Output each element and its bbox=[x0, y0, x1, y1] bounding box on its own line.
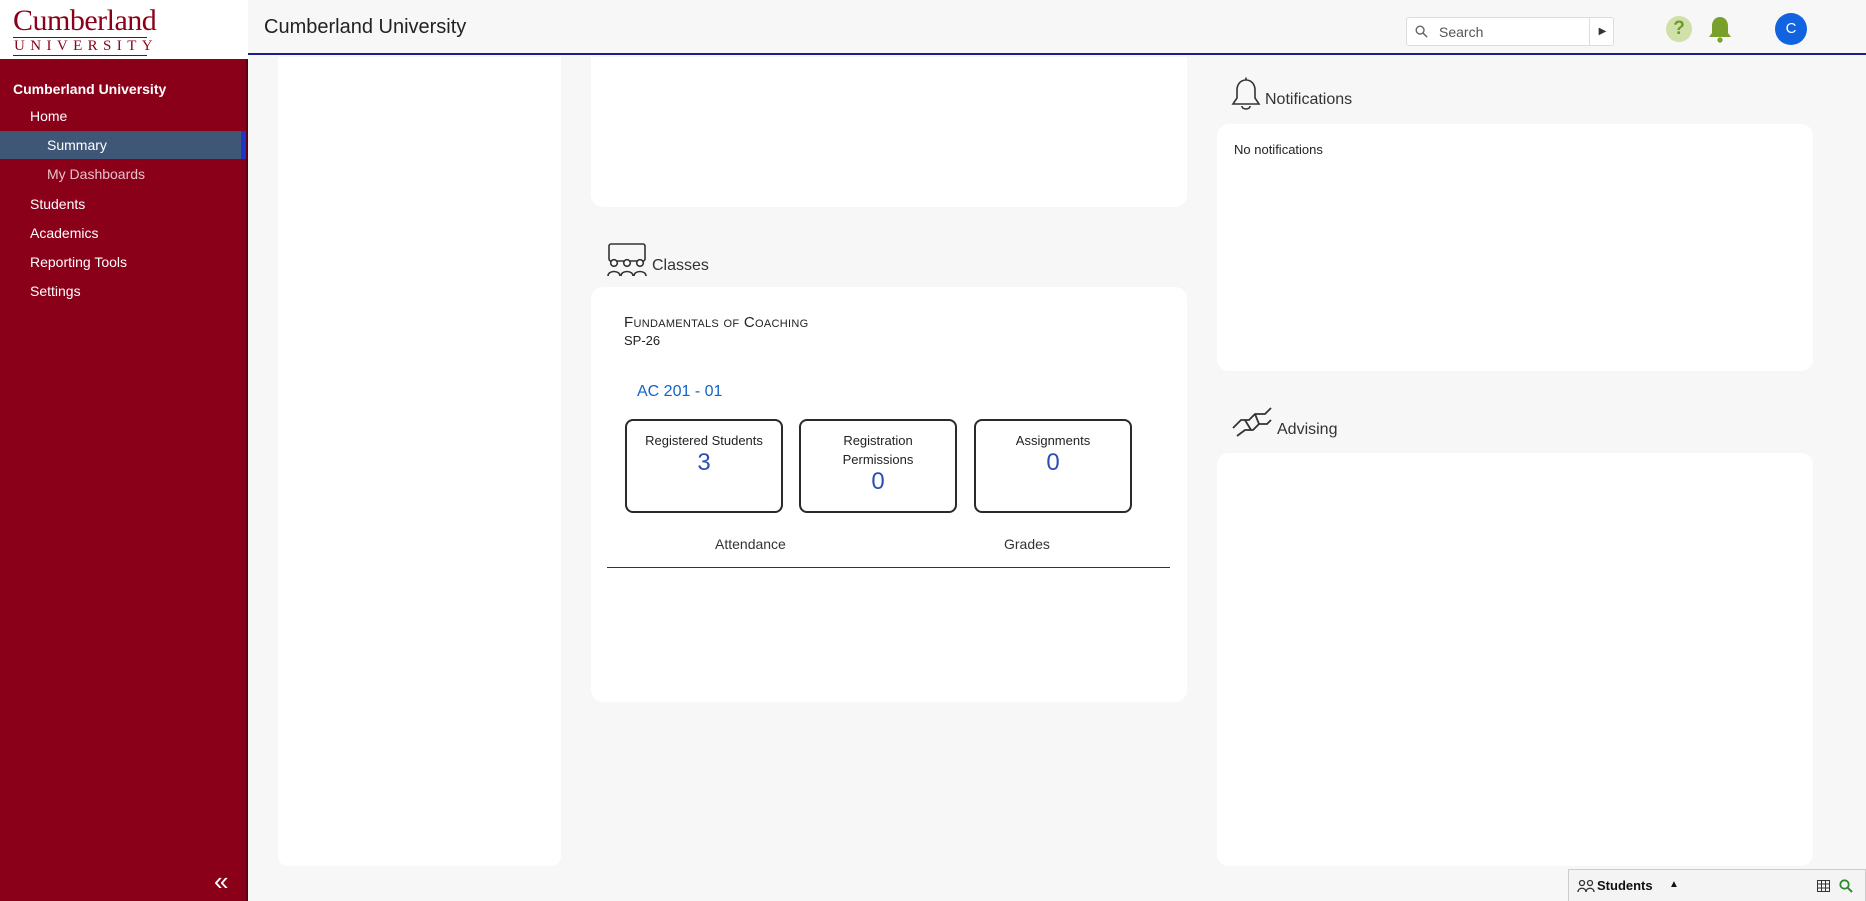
stat-value: 0 bbox=[871, 468, 885, 495]
sidebar-item-reporting-tools[interactable]: Reporting Tools bbox=[0, 248, 248, 276]
stat-value: 0 bbox=[1046, 449, 1060, 476]
course-term: SP-26 bbox=[624, 333, 661, 348]
tab-attendance[interactable]: Attendance bbox=[715, 536, 786, 552]
bell-icon[interactable] bbox=[1707, 15, 1733, 43]
advising-card bbox=[1217, 453, 1813, 866]
registration-permissions-tile[interactable]: Registration Permissions 0 bbox=[799, 419, 957, 513]
search-submit-button[interactable]: ▶ bbox=[1589, 18, 1615, 45]
notifications-heading: Notifications bbox=[1265, 91, 1353, 108]
logo[interactable]: Cumberland UNIVERSITY bbox=[0, 0, 248, 59]
classroom-icon bbox=[607, 243, 647, 277]
people-icon bbox=[1577, 879, 1595, 893]
tab-divider bbox=[607, 567, 1170, 568]
sidebar: Cumberland UNIVERSITY Cumberland Univers… bbox=[0, 0, 248, 901]
sidebar-item-students[interactable]: Students bbox=[0, 190, 248, 218]
assignments-tile[interactable]: Assignments 0 bbox=[974, 419, 1132, 513]
notifications-empty-text: No notifications bbox=[1234, 142, 1323, 157]
logo-subtitle: UNIVERSITY bbox=[14, 38, 158, 54]
search-icon[interactable] bbox=[1839, 879, 1853, 893]
advising-heading: Advising bbox=[1277, 421, 1338, 438]
bell-outline-icon bbox=[1231, 77, 1261, 110]
students-drawer[interactable]: Students ▲ bbox=[1568, 869, 1866, 901]
sidebar-item-home[interactable]: Home bbox=[0, 102, 248, 130]
help-icon[interactable]: ? bbox=[1666, 16, 1692, 42]
stat-label: Registration Permissions bbox=[842, 433, 914, 467]
course-title: Fundamentals of Coaching bbox=[624, 314, 809, 331]
registered-students-tile[interactable]: Registered Students 3 bbox=[625, 419, 783, 513]
sidebar-item-my-dashboards[interactable]: My Dashboards bbox=[0, 160, 248, 188]
page-title: Cumberland University bbox=[264, 16, 467, 38]
course-section-link[interactable]: AC 201 - 01 bbox=[637, 383, 722, 401]
table-icon[interactable] bbox=[1817, 880, 1830, 892]
handshake-icon bbox=[1232, 407, 1272, 437]
left-panel bbox=[278, 57, 561, 866]
sidebar-item-settings[interactable]: Settings bbox=[0, 277, 248, 305]
collapse-sidebar-icon[interactable]: « bbox=[214, 868, 228, 894]
drawer-label: Students bbox=[1597, 878, 1653, 893]
avatar[interactable]: C bbox=[1775, 13, 1807, 45]
search-icon bbox=[1415, 25, 1428, 38]
search-box: ▶ bbox=[1406, 17, 1614, 46]
search-input[interactable] bbox=[1439, 22, 1579, 42]
notifications-card: No notifications bbox=[1217, 124, 1813, 371]
stat-label: Registered Students bbox=[645, 433, 763, 448]
expand-arrow-icon[interactable]: ▲ bbox=[1669, 879, 1679, 890]
tab-grades[interactable]: Grades bbox=[1004, 536, 1050, 552]
top-header: Cumberland University ▶ ? C bbox=[248, 0, 1866, 55]
stat-value: 3 bbox=[697, 449, 711, 476]
stat-label: Assignments bbox=[1015, 433, 1091, 448]
logo-rule bbox=[13, 55, 147, 56]
class-card: Fundamentals of Coaching SP-26 AC 201 - … bbox=[591, 287, 1187, 702]
classes-heading: Classes bbox=[652, 257, 709, 274]
sidebar-item-academics[interactable]: Academics bbox=[0, 219, 248, 247]
logo-wordmark: Cumberland bbox=[13, 4, 157, 37]
sidebar-item-summary[interactable]: Summary bbox=[0, 131, 246, 159]
top-card bbox=[591, 57, 1187, 207]
sidebar-org-title: Cumberland University bbox=[13, 81, 167, 97]
